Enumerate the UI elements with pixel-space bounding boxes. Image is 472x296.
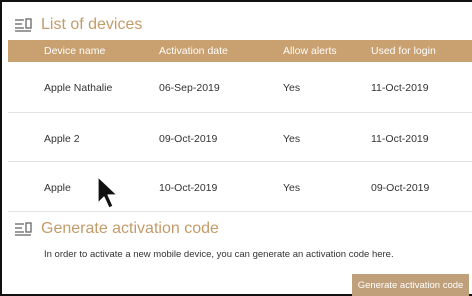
used-for-login-cell: 11-Oct-2019 [371, 82, 429, 94]
table-row[interactable]: Apple Nathalie 06-Sep-2019 Yes 11-Oct-20… [8, 62, 472, 113]
device-name-cell: Apple [44, 182, 71, 194]
allow-alerts-cell: Yes [283, 182, 301, 194]
devices-section-header: List of devices [14, 14, 142, 36]
table-row[interactable]: Apple 2 09-Oct-2019 Yes 11-Oct-2019 [8, 113, 472, 162]
device-list-icon [15, 222, 32, 236]
devices-table-header: Device name Activation date Allow alerts… [8, 40, 472, 62]
generate-info-text: In order to activate a new mobile device… [44, 249, 394, 260]
activation-date-cell: 10-Oct-2019 [159, 182, 218, 194]
column-header-device-name: Device name [44, 45, 106, 57]
device-list-icon [15, 18, 32, 32]
used-for-login-cell: 09-Oct-2019 [371, 182, 430, 194]
table-row[interactable]: Apple 10-Oct-2019 Yes 09-Oct-2019 [8, 162, 472, 212]
column-header-activation-date: Activation date [159, 45, 228, 57]
device-name-cell: Apple 2 [44, 133, 80, 145]
generate-section-title: Generate activation code [41, 220, 219, 237]
activation-date-cell: 06-Sep-2019 [159, 82, 220, 94]
generate-section-header: Generate activation code [14, 218, 219, 240]
allow-alerts-cell: Yes [283, 133, 301, 145]
mouse-pointer-icon [97, 176, 118, 209]
allow-alerts-cell: Yes [283, 82, 301, 94]
page-title: List of devices [41, 16, 143, 33]
generate-activation-code-button[interactable]: Generate activation code [352, 274, 469, 296]
column-header-allow-alerts: Allow alerts [283, 45, 337, 57]
device-name-cell: Apple Nathalie [44, 82, 113, 94]
activation-date-cell: 09-Oct-2019 [159, 133, 218, 145]
column-header-used-for-login: Used for login [371, 45, 436, 57]
used-for-login-cell: 11-Oct-2019 [371, 133, 429, 145]
